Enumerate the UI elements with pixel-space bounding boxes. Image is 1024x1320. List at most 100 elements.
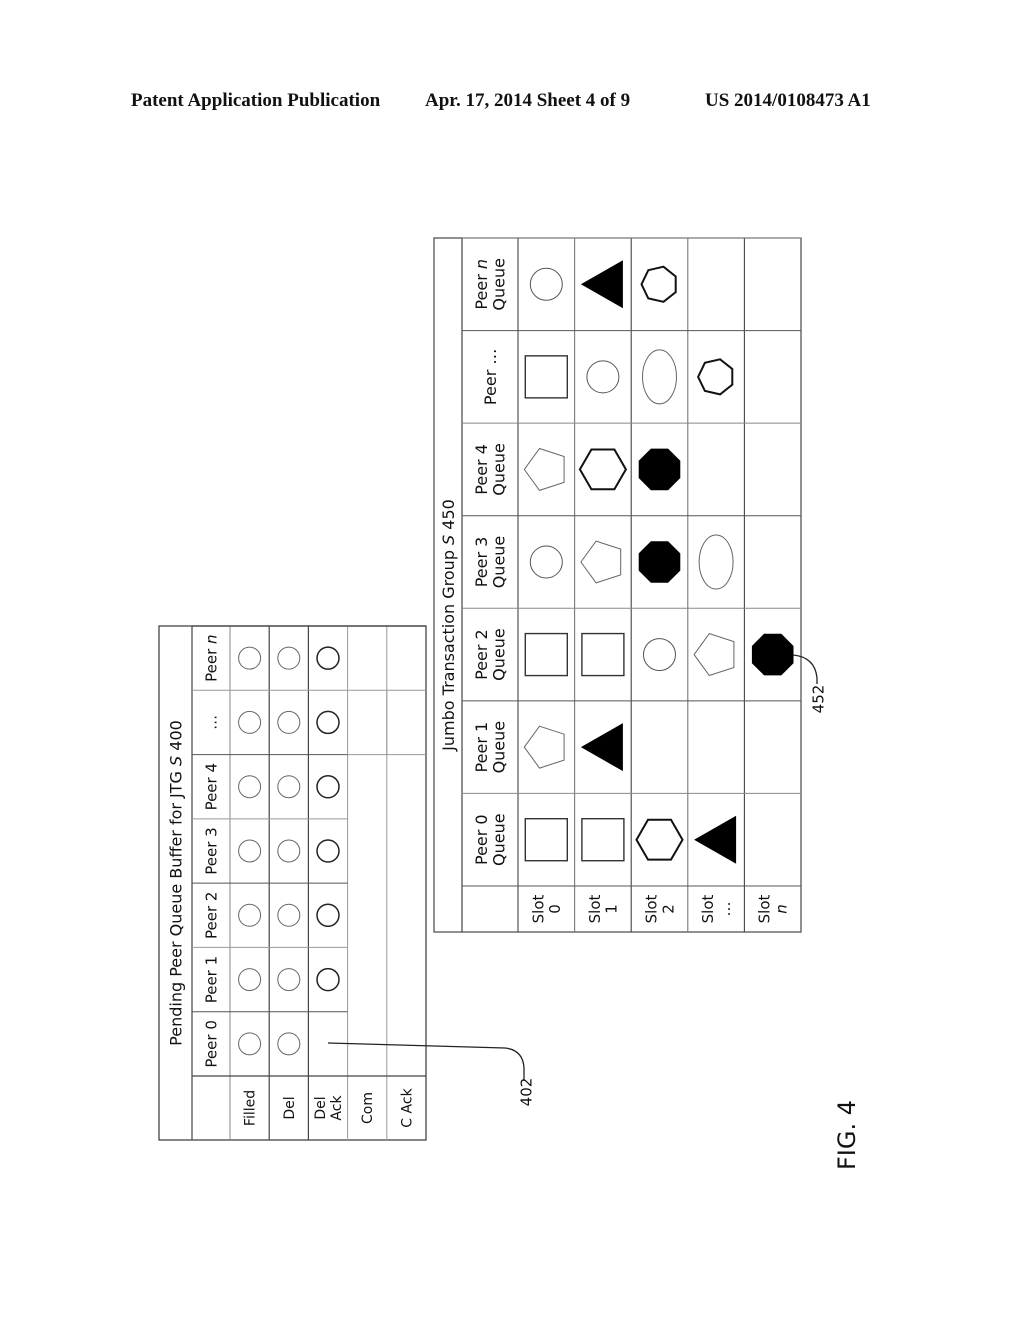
column-header-2-text: Peer 2 bbox=[202, 892, 220, 939]
row-label-c ack: C Ack bbox=[399, 1087, 415, 1127]
row-label-slot-2-text: 2 bbox=[659, 904, 677, 914]
column-header-2-text: Peer 2 bbox=[472, 629, 491, 680]
ellipse-icon bbox=[698, 534, 734, 590]
row-label-filled-text: Filled bbox=[243, 1090, 259, 1126]
filled-octagon-icon bbox=[638, 541, 681, 583]
table-title-text: Pending Peer Queue Buffer for JTG S 400 bbox=[167, 720, 186, 1046]
filled-triangle-icon bbox=[580, 260, 623, 309]
hexagon-icon bbox=[578, 448, 628, 491]
column-header-3-text: Peer 3 bbox=[472, 537, 491, 588]
circle-icon bbox=[238, 968, 262, 992]
row-label-slot-4-text: Slot bbox=[756, 895, 774, 924]
circle-icon bbox=[586, 360, 620, 394]
row-label-slot-3-text: Slot bbox=[699, 895, 717, 924]
callout-452-label: 452 bbox=[809, 685, 827, 714]
pentagon-icon bbox=[523, 725, 565, 769]
column-header-6-text: Peer n bbox=[472, 259, 491, 310]
ellipse-icon bbox=[642, 349, 677, 405]
circle-icon bbox=[238, 710, 262, 734]
circle-icon bbox=[277, 710, 301, 734]
circle-icon bbox=[529, 545, 563, 579]
heptagon-icon bbox=[640, 265, 677, 303]
title-id: S bbox=[439, 535, 458, 545]
callouts: 402 452 bbox=[327, 654, 827, 1107]
circle-icon bbox=[316, 839, 340, 863]
column-header-1: Peer 1Queue bbox=[472, 721, 509, 774]
pentagon-icon bbox=[523, 447, 565, 491]
callout-402-label: 402 bbox=[517, 1078, 535, 1107]
callout-452-label-text: 452 bbox=[809, 685, 827, 714]
circle-icon bbox=[277, 646, 301, 670]
row-label-del-ack-text: Ack bbox=[329, 1095, 345, 1121]
circle-icon bbox=[238, 839, 262, 863]
column-header-0-text: Queue bbox=[490, 813, 509, 866]
circle-icon bbox=[238, 903, 262, 927]
row-label-slot-4-text: n bbox=[773, 904, 791, 914]
row-label-slot-4: Slotn bbox=[756, 895, 791, 924]
circle-icon bbox=[316, 903, 340, 928]
circle-icon bbox=[316, 710, 340, 735]
column-header-1-text: Queue bbox=[490, 721, 509, 774]
table-title: Pending Peer Queue Buffer for JTG S 400 bbox=[167, 720, 186, 1046]
row-label-filled: Filled bbox=[243, 1090, 259, 1126]
title-num: 400 bbox=[167, 720, 186, 756]
table-title: Jumbo Transaction Group S 450 bbox=[439, 499, 458, 752]
title-main: Jumbo Transaction Group bbox=[439, 545, 458, 752]
table-title-text: Jumbo Transaction Group S 450 bbox=[439, 499, 458, 752]
hexagon-icon bbox=[635, 818, 684, 861]
heptagon-icon bbox=[696, 358, 734, 396]
row-label-slot-2-text: Slot bbox=[643, 895, 661, 924]
column-header-5-text: Peer … bbox=[481, 349, 500, 405]
text-part-italic: n bbox=[202, 634, 220, 644]
pentagon-icon bbox=[693, 633, 735, 677]
circle-icon bbox=[277, 839, 301, 863]
column-header-6-text: Peer n bbox=[202, 634, 220, 681]
row-label-slot-3: Slot… bbox=[699, 895, 734, 924]
column-header-6-text: Queue bbox=[490, 258, 509, 311]
title-main: Pending Peer Queue Buffer for JTG bbox=[167, 766, 186, 1046]
row-label-c ack-text: C Ack bbox=[399, 1087, 415, 1127]
circle-icon bbox=[238, 775, 262, 799]
column-header-6: Peer nQueue bbox=[472, 258, 509, 311]
column-header-6: Peer n bbox=[202, 634, 220, 681]
column-header-3: Peer 3 bbox=[202, 827, 220, 874]
row-label-com: Com bbox=[360, 1092, 376, 1124]
square-icon bbox=[581, 818, 625, 862]
filled-triangle-icon bbox=[694, 815, 737, 864]
circle-icon bbox=[316, 774, 340, 799]
row-label-del-ack: Del Ack bbox=[313, 1095, 345, 1121]
circle-icon bbox=[277, 1032, 301, 1056]
figure-label: FIG. 4 bbox=[833, 1100, 861, 1170]
pending-peer-queue-buffer-table: Pending Peer Queue Buffer for JTG S 400P… bbox=[158, 625, 427, 1141]
column-header-3: Peer 3Queue bbox=[472, 536, 509, 589]
column-header-0-text: Peer 0 bbox=[472, 814, 491, 865]
column-header-1: Peer 1 bbox=[202, 956, 220, 1003]
figure-4-diagram: Pending Peer Queue Buffer for JTG S 400P… bbox=[158, 237, 861, 1170]
row-label-slot-1-text: 1 bbox=[603, 904, 621, 914]
column-header-5: Peer … bbox=[481, 349, 500, 405]
circle-icon bbox=[277, 775, 301, 799]
callout-402-label-text: 402 bbox=[517, 1078, 535, 1107]
jumbo-transaction-group-table: Jumbo Transaction Group S 450Peer 0Queue… bbox=[433, 237, 802, 933]
column-header-0: Peer 0Queue bbox=[472, 813, 509, 866]
circle-icon bbox=[238, 1032, 262, 1056]
column-header-4-text: Queue bbox=[490, 443, 509, 496]
row-label-slot-2: Slot2 bbox=[643, 895, 678, 924]
column-header-0-text: Peer 0 bbox=[202, 1020, 220, 1067]
column-header-4-text: Peer 4 bbox=[472, 444, 491, 495]
column-header-0: Peer 0 bbox=[202, 1020, 220, 1067]
column-header-4: Peer 4 bbox=[202, 763, 220, 810]
square-icon bbox=[581, 632, 625, 677]
square-icon bbox=[524, 818, 568, 862]
column-header-3-text: Peer 3 bbox=[202, 827, 220, 874]
column-header-2: Peer 2Queue bbox=[472, 628, 509, 681]
row-label-slot-1: Slot1 bbox=[586, 895, 621, 924]
column-header-4-text: Peer 4 bbox=[202, 763, 220, 810]
circle-icon bbox=[316, 967, 340, 992]
column-header-3-text: Queue bbox=[490, 536, 509, 589]
row-label-del-ack-text: Del bbox=[313, 1096, 329, 1119]
column-header-4: Peer 4Queue bbox=[472, 443, 509, 496]
text-part-italic: n bbox=[773, 904, 791, 914]
square-icon bbox=[524, 355, 568, 399]
title-num: 450 bbox=[439, 499, 458, 535]
